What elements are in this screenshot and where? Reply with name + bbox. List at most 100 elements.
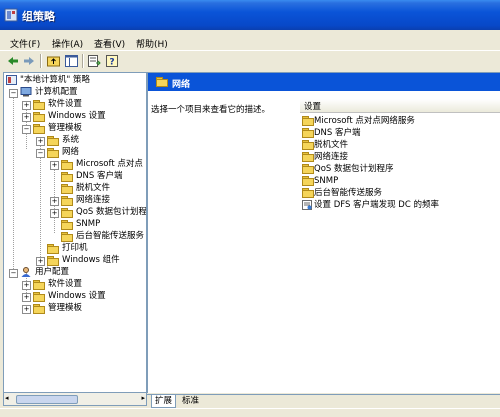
collapse-icon[interactable]: − — [9, 269, 18, 278]
tree-label: QoS 数据包计划程 — [76, 207, 147, 217]
folder-icon — [33, 304, 45, 314]
folder-icon — [61, 160, 73, 170]
policy-window-icon — [4, 8, 18, 22]
detail-header-title: 网络 — [172, 80, 191, 90]
expand-icon[interactable]: + — [36, 257, 45, 266]
folder-icon — [61, 220, 73, 230]
expand-icon[interactable]: + — [22, 305, 31, 314]
expand-icon[interactable]: + — [50, 161, 59, 170]
tree-label: SNMP — [76, 219, 101, 229]
policy-icon — [6, 75, 17, 85]
folder-icon — [61, 196, 73, 206]
tree-root-label: "本地计算机" 策略 — [20, 75, 91, 85]
tree-label: 用户配置 — [35, 267, 70, 277]
help-icon[interactable]: ? — [105, 54, 119, 68]
expand-icon[interactable]: + — [36, 137, 45, 146]
tree-label: 网络连接 — [76, 195, 111, 205]
folder-icon — [61, 232, 73, 242]
list-item-label: DNS 客户端 — [314, 128, 361, 138]
list-item-label: SNMP — [314, 176, 339, 186]
window-title: 组策略 — [22, 10, 55, 23]
folder-icon — [302, 164, 314, 174]
up-folder-icon[interactable] — [46, 54, 60, 68]
title-bar[interactable]: 组策略 — [0, 0, 500, 30]
scroll-left-icon[interactable]: ◂ — [5, 394, 9, 402]
tree-label: 计算机配置 — [35, 87, 78, 97]
list-item-label: 脱机文件 — [314, 140, 349, 150]
folder-icon — [61, 172, 73, 182]
tree-label: 后台智能传送服务 — [76, 231, 145, 241]
tree-label: 系统 — [62, 135, 80, 145]
toolbar: ? — [0, 50, 500, 71]
tree-label: Microsoft 点对点 — [76, 159, 143, 169]
scroll-right-icon[interactable]: ▸ — [141, 394, 145, 402]
menu-file[interactable]: 文件(F) — [10, 37, 40, 50]
folder-icon — [302, 140, 314, 150]
expand-icon[interactable]: + — [22, 113, 31, 122]
setting-icon — [302, 200, 312, 210]
show-tree-icon[interactable] — [64, 54, 78, 68]
tree-horizontal-scrollbar[interactable]: ◂ ▸ — [3, 392, 147, 406]
folder-icon — [47, 256, 59, 266]
list-item-label: QoS 数据包计划程序 — [314, 164, 394, 174]
detail-description: 选择一个项目来查看它的描述。 — [151, 105, 271, 115]
collapse-icon[interactable]: − — [9, 89, 18, 98]
folder-icon — [61, 184, 73, 194]
folder-icon — [33, 292, 45, 302]
menu-bar: 文件(F) 操作(A) 查看(V) 帮助(H) — [0, 35, 500, 51]
folder-icon — [302, 116, 314, 126]
list-item-label: 网络连接 — [314, 152, 349, 162]
expand-icon[interactable]: + — [22, 281, 31, 290]
scroll-thumb[interactable] — [16, 395, 78, 404]
back-arrow-icon[interactable] — [6, 54, 20, 68]
list-item-label: 后台智能传送服务 — [314, 188, 383, 198]
detail-header: 网络 — [148, 73, 500, 91]
view-tabs: 扩展 标准 — [147, 394, 500, 409]
expand-icon[interactable]: + — [22, 101, 31, 110]
open-folder-icon — [156, 77, 168, 87]
tree-label: DNS 客户端 — [76, 171, 123, 181]
list-item-label: 设置 DFS 客户端发现 DC 的频率 — [314, 200, 439, 210]
menu-view[interactable]: 查看(V) — [94, 37, 125, 50]
column-header-settings[interactable]: 设置 — [300, 99, 500, 113]
folder-icon — [47, 244, 59, 254]
folder-icon — [302, 152, 314, 162]
menu-help[interactable]: 帮助(H) — [136, 37, 168, 50]
user-icon — [21, 267, 31, 277]
tab-standard[interactable]: 标准 — [179, 395, 202, 407]
detail-pane: 网络 选择一个项目来查看它的描述。 设置 Microsoft 点对点网络服务 D… — [147, 72, 500, 393]
tree-label: Windows 组件 — [62, 255, 120, 265]
collapse-icon[interactable]: − — [36, 149, 45, 158]
expand-icon[interactable]: + — [22, 293, 31, 302]
folder-icon — [33, 100, 45, 110]
folder-icon — [47, 136, 59, 146]
forward-arrow-icon[interactable] — [22, 54, 36, 68]
tree-label: 打印机 — [62, 243, 88, 253]
tree-label: 软件设置 — [48, 279, 83, 289]
export-list-icon[interactable] — [87, 54, 101, 68]
expand-icon[interactable]: + — [50, 197, 59, 206]
folder-icon — [302, 176, 314, 186]
folder-icon — [33, 280, 45, 290]
tree-label: Windows 设置 — [48, 111, 106, 121]
folder-icon — [33, 124, 45, 134]
folder-icon — [302, 128, 314, 138]
folder-icon — [302, 188, 314, 198]
menu-action[interactable]: 操作(A) — [52, 37, 83, 50]
folder-icon — [33, 112, 45, 122]
svg-text:?: ? — [109, 58, 114, 68]
tree-label: Windows 设置 — [48, 291, 106, 301]
tree-pane[interactable]: "本地计算机" 策略 − 计算机配置 + 软件设置 + Windows 设置 −… — [3, 72, 147, 404]
list-item-label: Microsoft 点对点网络服务 — [314, 116, 415, 126]
expand-icon[interactable]: + — [50, 209, 59, 218]
tree-label: 软件设置 — [48, 99, 83, 109]
folder-icon — [61, 208, 73, 218]
tab-extended[interactable]: 扩展 — [151, 395, 177, 408]
open-folder-icon — [47, 148, 59, 158]
tree-label: 脱机文件 — [76, 183, 111, 193]
column-header-label: 设置 — [304, 102, 322, 112]
collapse-icon[interactable]: − — [22, 125, 31, 134]
tree-label: 管理模板 — [48, 123, 83, 133]
computer-icon — [20, 87, 32, 97]
tree-label: 网络 — [62, 147, 80, 157]
